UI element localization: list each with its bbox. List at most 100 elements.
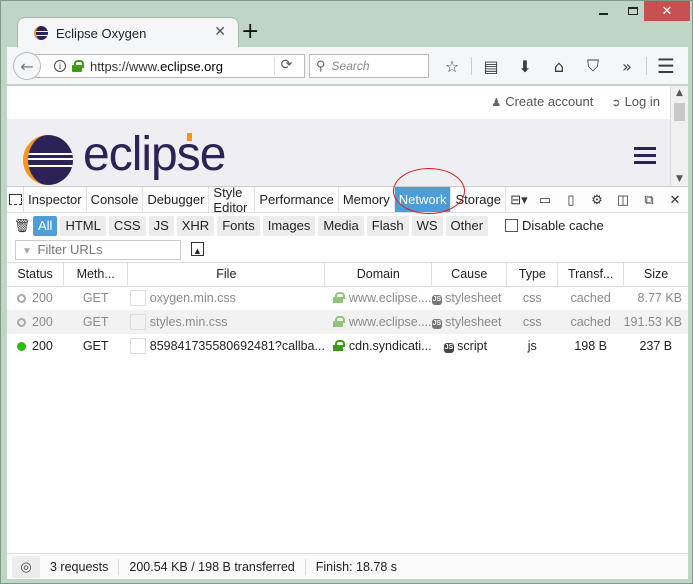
table-row[interactable]: 200 GET oxygen.min.css www.eclipse.... J… — [7, 286, 688, 310]
column-file[interactable]: File — [127, 263, 326, 287]
back-button[interactable]: ← — [13, 52, 41, 80]
size-cell: 8.77 KB — [637, 291, 682, 306]
js-badge-icon: JS — [431, 319, 443, 329]
type-cell: css — [522, 291, 542, 306]
request-type-filters: 🗑 All HTML CSS JS XHR Fonts Images Media… — [7, 213, 688, 238]
close-devtools-icon[interactable]: ✕ — [662, 187, 688, 213]
filter-html[interactable]: HTML — [60, 215, 106, 236]
devtools-toolbar-icons: ⊟▾ ▭ ▯ ⚙ ◫ ⧉ ✕ — [506, 187, 688, 212]
browser-tab[interactable]: Eclipse Oxygen ✕ — [17, 17, 239, 48]
tab-network[interactable]: Network — [394, 187, 452, 212]
performance-analysis-icon[interactable]: ◎ — [12, 555, 40, 578]
navigation-bar: i https://www.eclipse.org ⟳ ← ⚲ Search ☆… — [7, 47, 688, 85]
filter-images[interactable]: Images — [262, 215, 316, 236]
file-thumbnail — [129, 314, 146, 330]
log-in-label: Log in — [624, 94, 660, 109]
page-scrollbar[interactable]: ▲ ▼ — [670, 86, 688, 186]
close-icon: ✕ — [661, 3, 673, 19]
separator — [471, 57, 472, 75]
user-icon: ♟ — [491, 97, 502, 109]
home-icon[interactable]: ⌂ — [542, 55, 576, 77]
column-transferred[interactable]: Transf... — [557, 263, 625, 287]
filter-other[interactable]: Other — [445, 215, 489, 236]
table-row[interactable]: 200 GET 859841735580692481?callba... cdn… — [7, 334, 688, 358]
tab-console[interactable]: Console — [87, 187, 144, 212]
secure-lock-icon — [332, 292, 345, 304]
method-cell: GET — [82, 339, 109, 353]
maximize-button[interactable] — [619, 1, 647, 21]
reload-icon[interactable]: ⟳ — [274, 57, 298, 75]
cause-cell: JS stylesheet — [431, 291, 502, 306]
element-picker-button[interactable] — [7, 187, 25, 212]
js-badge-icon: JS — [443, 343, 455, 353]
column-size[interactable]: Size — [623, 263, 688, 287]
undock-window-icon[interactable]: ⧉ — [636, 187, 662, 213]
filter-flash[interactable]: Flash — [366, 215, 409, 236]
scroll-down-icon[interactable]: ▼ — [671, 174, 688, 184]
reading-list-icon[interactable]: ▤ — [474, 55, 508, 77]
disable-cache-toggle[interactable]: Disable cache — [505, 218, 604, 233]
status-cell: 200 — [7, 310, 64, 334]
filter-js[interactable]: JS — [148, 215, 174, 236]
column-domain[interactable]: Domain — [324, 263, 433, 287]
clear-requests-icon[interactable]: 🗑 — [11, 218, 33, 234]
site-info-icon[interactable]: i — [54, 60, 66, 72]
tab-debugger[interactable]: Debugger — [143, 187, 210, 212]
scroll-up-icon[interactable]: ▲ — [671, 88, 688, 98]
eclipse-logo-icon[interactable] — [23, 135, 73, 185]
column-status[interactable]: Status — [7, 263, 65, 287]
request-count: 3 requests — [40, 558, 120, 575]
disable-cache-checkbox[interactable] — [505, 219, 519, 232]
log-in-link[interactable]: ➲ Log in — [611, 94, 660, 109]
status-ok-icon — [17, 342, 26, 351]
tab-close-icon[interactable]: ✕ — [214, 24, 226, 40]
close-window-button[interactable]: ✕ — [644, 1, 690, 21]
eclipse-favicon-icon — [34, 26, 48, 40]
filter-fonts[interactable]: Fonts — [217, 215, 260, 236]
dock-side-icon[interactable]: ◫ — [610, 187, 636, 213]
secure-lock-icon — [72, 60, 84, 72]
element-picker-icon — [8, 194, 22, 205]
menu-icon[interactable]: ☰ — [649, 54, 683, 78]
pocket-icon[interactable]: ⛉ — [576, 55, 610, 77]
search-icon: ⚲ — [316, 58, 326, 73]
column-method[interactable]: Meth... — [63, 263, 129, 287]
filter-urls-field[interactable]: ▼ — [15, 240, 181, 260]
minimize-button[interactable] — [589, 1, 617, 21]
network-status-bar: ◎ 3 requests 200.54 KB / 198 B transferr… — [7, 553, 688, 579]
column-cause[interactable]: Cause — [431, 263, 508, 287]
filter-css[interactable]: CSS — [108, 215, 146, 236]
settings-gear-icon[interactable]: ⚙ — [584, 187, 610, 213]
url-text[interactable]: https://www.eclipse.org — [90, 59, 223, 74]
table-row[interactable]: 200 GET styles.min.css www.eclipse.... J… — [7, 310, 688, 334]
filter-urls-input[interactable] — [37, 241, 178, 259]
column-type[interactable]: Type — [506, 263, 559, 287]
toolbar-icons: ☆ ▤ ⬇ ⌂ ⛉ » ☰ — [435, 54, 683, 78]
filter-all[interactable]: All — [33, 215, 58, 236]
tab-storage[interactable]: Storage — [451, 187, 506, 212]
layout-toggle-icon[interactable]: ⊟▾ — [506, 187, 532, 213]
transferred-cell: cached — [570, 315, 611, 329]
cause-cell: JS script — [443, 339, 488, 353]
create-account-link[interactable]: ♟ Create account — [491, 94, 593, 109]
split-console-icon[interactable]: ▭ — [532, 187, 558, 213]
bookmark-star-icon[interactable]: ☆ — [435, 55, 469, 77]
site-menu-icon[interactable] — [634, 147, 656, 168]
eclipse-logo-text[interactable]: eclipse — [83, 129, 226, 181]
toggle-details-pane-icon[interactable]: ▲ — [191, 242, 204, 256]
filter-media[interactable]: Media — [318, 215, 364, 236]
filter-xhr[interactable]: XHR — [176, 215, 215, 236]
search-box[interactable]: ⚲ Search — [309, 54, 429, 78]
tab-style-editor[interactable]: Style Editor — [209, 185, 256, 215]
overflow-chevron-icon[interactable]: » — [610, 55, 644, 77]
scroll-thumb[interactable] — [674, 103, 685, 121]
responsive-mode-icon[interactable]: ▯ — [558, 187, 584, 213]
tab-memory[interactable]: Memory — [339, 187, 395, 212]
tab-performance[interactable]: Performance — [255, 187, 339, 212]
filter-ws[interactable]: WS — [411, 215, 443, 236]
url-bar[interactable]: i https://www.eclipse.org ⟳ — [33, 54, 305, 78]
tab-inspector[interactable]: Inspector — [24, 187, 87, 212]
download-icon[interactable]: ⬇ — [508, 55, 542, 77]
new-tab-button[interactable]: + — [241, 21, 259, 43]
file-thumbnail — [129, 290, 146, 307]
